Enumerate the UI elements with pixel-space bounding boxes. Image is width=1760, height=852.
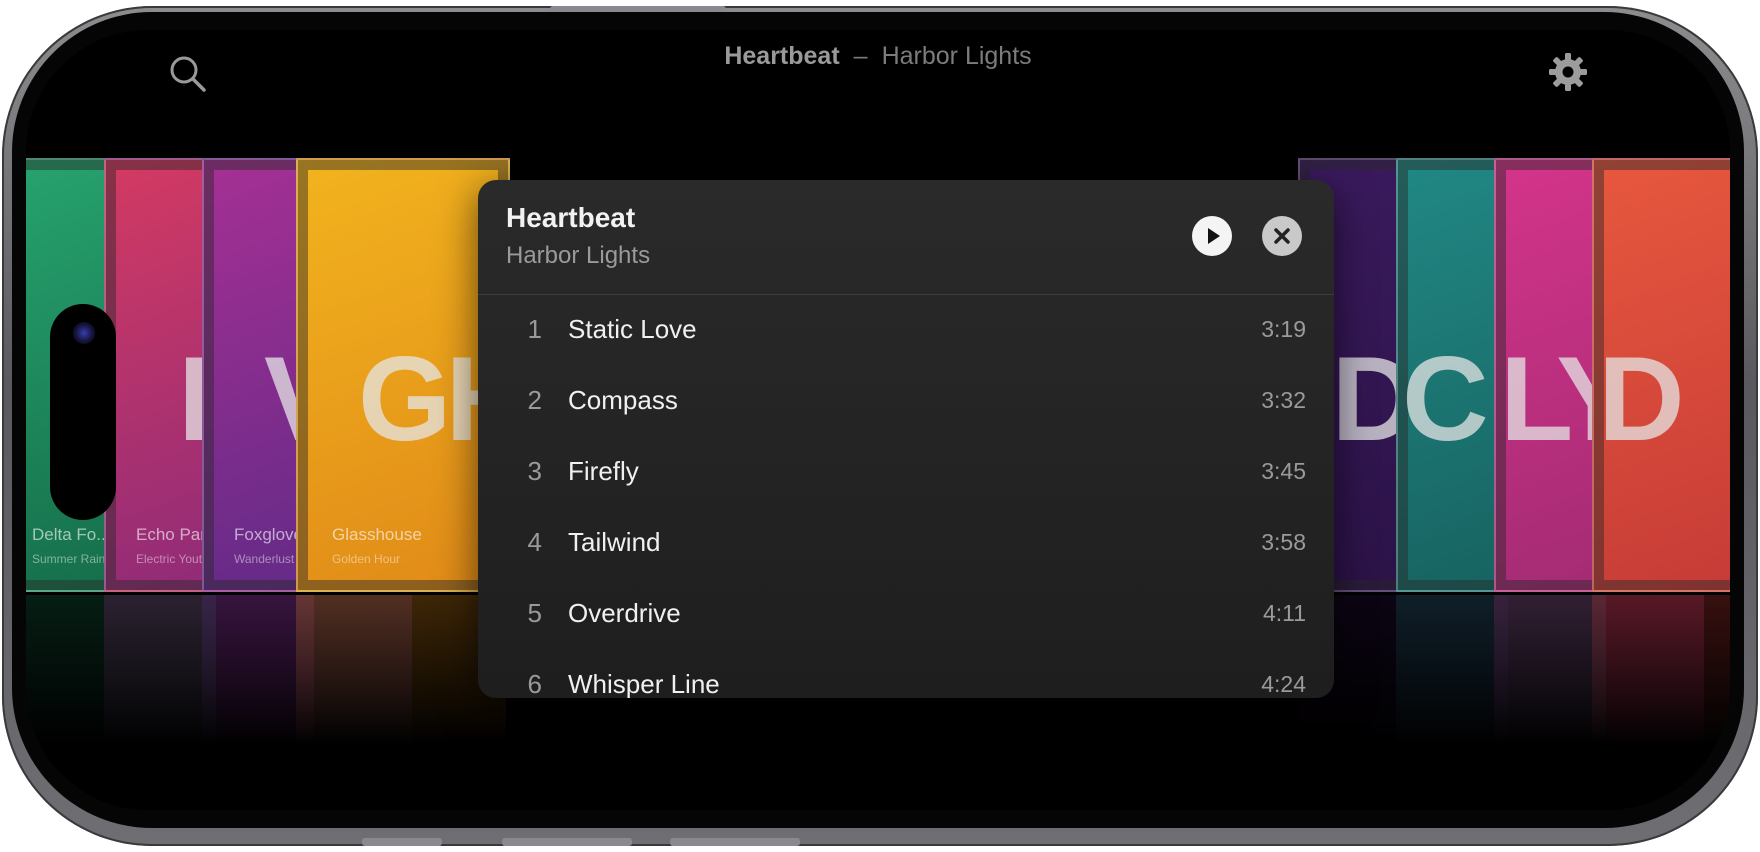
track-number: 1 <box>527 314 542 344</box>
track-list: 1 Static Love 3:19 2 Compass 3:32 3 Fire… <box>478 294 1334 698</box>
track-row[interactable]: 1 Static Love 3:19 <box>478 294 1334 365</box>
phone-bottom-button <box>362 838 442 846</box>
track-name: Overdrive <box>568 598 681 628</box>
phone-bottom-button <box>502 838 632 846</box>
album-title: Heartbeat <box>506 202 636 233</box>
track-duration: 3:32 <box>1261 387 1306 413</box>
album-cover-title: Glasshouse <box>332 525 422 544</box>
now-playing-song: Heartbeat <box>724 42 840 70</box>
album-cover-title: Foxglove <box>234 525 303 544</box>
now-playing-artist: Harbor Lights <box>881 42 1032 70</box>
album-cover-title: Delta Fo... <box>32 525 111 544</box>
search-icon <box>170 56 206 92</box>
camera-lens <box>73 322 95 344</box>
track-number: 6 <box>527 669 542 698</box>
sheet-header: Heartbeat Harbor Lights <box>478 180 1334 295</box>
album-cover[interactable]: D <box>1592 158 1730 592</box>
track-number: 4 <box>527 527 542 557</box>
album-cover-art-letters: D <box>1598 332 1685 466</box>
track-name: Static Love <box>568 314 697 344</box>
track-number: 3 <box>527 456 542 486</box>
album-cover-artist: Electric Youth <box>136 552 209 566</box>
track-name: Compass <box>568 385 678 415</box>
close-icon <box>1274 228 1290 244</box>
track-row[interactable]: 6 Whisper Line 4:24 <box>478 649 1334 698</box>
app-screen: Heartbeat – Harbor Lights Delta Fo... Su… <box>26 30 1730 810</box>
album-reflection <box>296 595 506 745</box>
album-cover-artist: Summer Rain <box>32 552 106 566</box>
track-row[interactable]: 5 Overdrive 4:11 <box>478 578 1334 649</box>
album-cover-art-letters: C <box>1402 332 1489 466</box>
title-separator: – <box>853 42 868 70</box>
track-name: Firefly <box>568 456 639 486</box>
album-track-sheet: Heartbeat Harbor Lights 1 Static Love 3:… <box>478 180 1334 698</box>
track-name: Whisper Line <box>568 669 720 698</box>
close-sheet-button[interactable] <box>1262 216 1302 256</box>
gear-icon <box>1549 53 1587 91</box>
track-number: 2 <box>527 385 542 415</box>
album-artist: Harbor Lights <box>506 242 651 269</box>
album-cover-artist: Golden Hour <box>332 552 401 566</box>
track-duration: 3:19 <box>1261 316 1306 342</box>
album-reflection <box>1592 595 1730 745</box>
track-duration: 3:45 <box>1261 458 1306 484</box>
track-name: Tailwind <box>568 527 661 557</box>
settings-button[interactable] <box>1546 50 1590 94</box>
play-album-button[interactable] <box>1192 216 1232 256</box>
track-number: 5 <box>527 598 542 628</box>
track-row[interactable]: 3 Firefly 3:45 <box>478 436 1334 507</box>
track-duration: 4:24 <box>1261 671 1306 697</box>
play-icon <box>1208 228 1220 244</box>
now-playing-title: Heartbeat – Harbor Lights <box>26 42 1730 71</box>
track-duration: 4:11 <box>1262 600 1306 626</box>
album-cover-artist: Wanderlust <box>234 552 295 566</box>
search-button[interactable] <box>166 52 210 96</box>
track-row[interactable]: 2 Compass 3:32 <box>478 365 1334 436</box>
track-row[interactable]: 4 Tailwind 3:58 <box>478 507 1334 578</box>
track-duration: 3:58 <box>1261 529 1306 555</box>
phone-bottom-button <box>670 838 800 846</box>
